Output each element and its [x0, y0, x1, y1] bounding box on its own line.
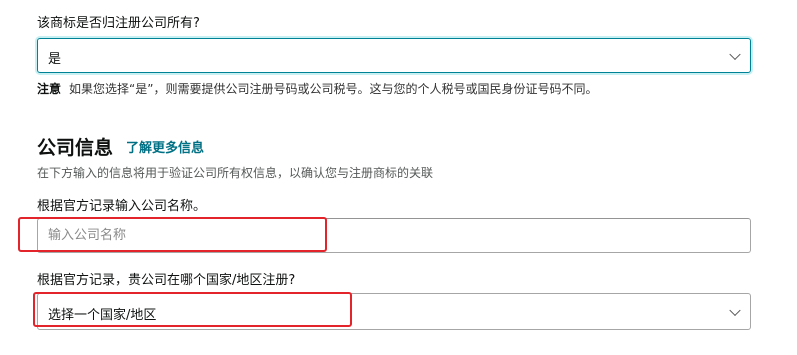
company-name-input[interactable]	[37, 218, 751, 253]
note-label: 注意	[37, 82, 62, 96]
company-info-title: 公司信息	[37, 137, 114, 159]
ownership-note: 注意 如果您选择“是”，则需要提供公司注册号码或公司税号。这与您的个人税号或国民身…	[37, 80, 597, 97]
chevron-down-icon	[729, 48, 741, 60]
ownership-question-label: 该商标是否归注册公司所有?	[37, 16, 200, 31]
ownership-select-value: 是	[48, 52, 62, 67]
country-select[interactable]: 选择一个国家/地区	[37, 293, 751, 330]
company-name-label: 根据官方记录输入公司名称。	[37, 199, 207, 214]
country-question-label: 根据官方记录，贵公司在哪个国家/地区注册?	[37, 273, 296, 288]
ownership-select[interactable]: 是	[37, 38, 751, 73]
learn-more-link[interactable]: 了解更多信息	[126, 137, 204, 156]
company-info-description: 在下方输入的信息将用于验证公司所有权信息，以确认您与注册商标的关联	[37, 166, 434, 180]
note-text: 如果您选择“是”，则需要提供公司注册号码或公司税号。这与您的个人税号或国民身份证…	[69, 82, 598, 96]
country-select-value: 选择一个国家/地区	[48, 308, 157, 323]
chevron-down-icon	[729, 304, 741, 316]
